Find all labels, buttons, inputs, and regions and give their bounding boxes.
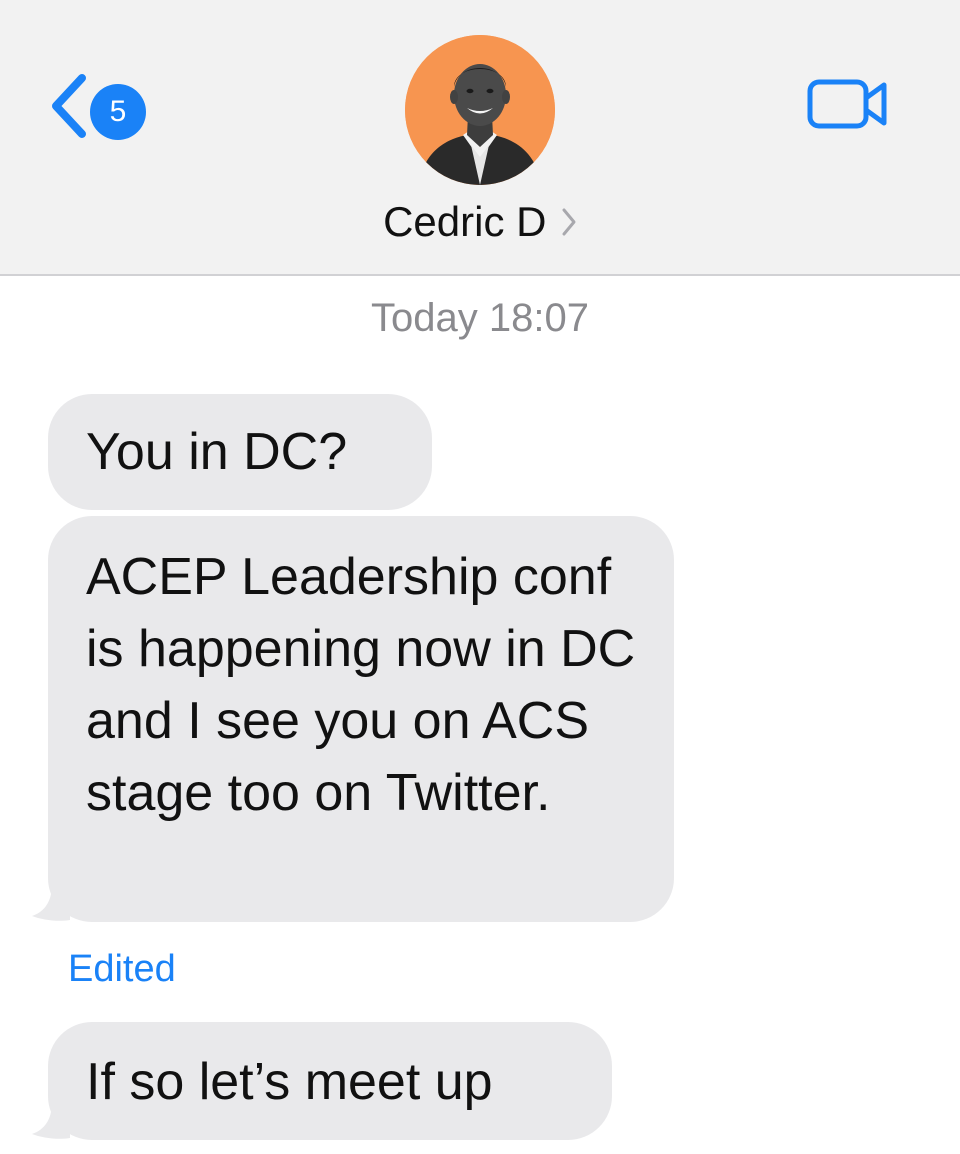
video-camera-icon — [807, 79, 887, 129]
unread-count-badge: 5 — [90, 84, 146, 140]
chevron-right-icon — [562, 208, 576, 236]
message-bubble[interactable]: If so let’s meet up — [48, 1022, 612, 1140]
facetime-video-button[interactable] — [800, 70, 896, 136]
contact-details-link[interactable]: Cedric D — [0, 198, 960, 246]
avatar[interactable] — [405, 35, 555, 185]
bubble-tail — [32, 1102, 70, 1139]
contact-name: Cedric D — [383, 198, 547, 245]
avatar-portrait — [405, 35, 555, 185]
bubble-tail — [32, 884, 70, 921]
message-bubble[interactable]: You in DC? — [48, 394, 432, 510]
message-timestamp: Today 18:07 — [371, 296, 589, 340]
message-bubble[interactable]: ACEP Leadership conf is happening now in… — [48, 516, 674, 922]
chevron-left-icon — [52, 74, 86, 138]
conversation-header: 5 Cedric D — [0, 0, 960, 276]
edited-indicator[interactable]: Edited — [68, 948, 176, 991]
back-button[interactable]: 5 — [40, 66, 160, 146]
